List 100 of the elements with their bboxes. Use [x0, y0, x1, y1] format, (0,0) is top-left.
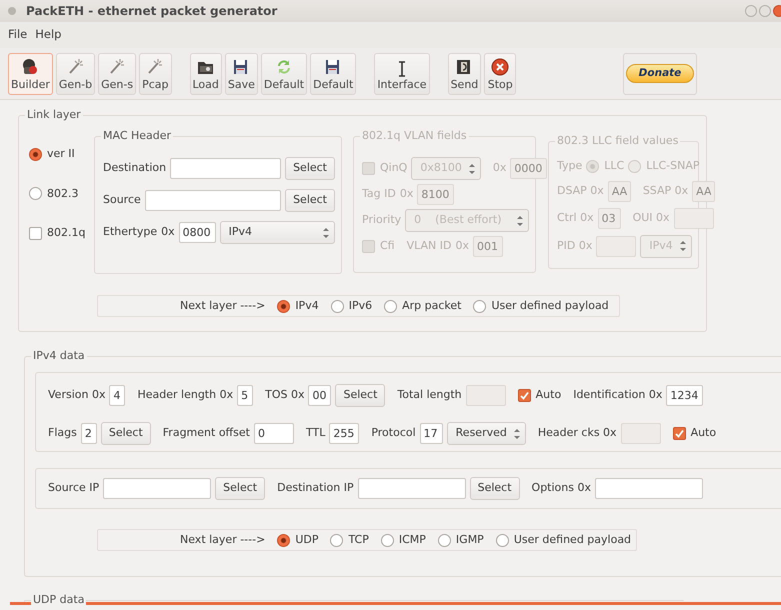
radio-label: Arp packet — [402, 298, 462, 314]
select-button[interactable]: Select — [100, 422, 151, 445]
radio-label: User defined payload — [514, 532, 632, 548]
radio-button[interactable] — [380, 534, 394, 546]
radio-label: User defined payload — [491, 298, 609, 314]
radio-label: IGMP — [456, 532, 484, 548]
text-field[interactable]: 5 — [237, 385, 254, 406]
text-field[interactable]: 4 — [109, 385, 126, 406]
field-label: Source — [103, 192, 141, 208]
text-field[interactable] — [594, 478, 703, 499]
checkbox-label: Cfi — [380, 238, 395, 254]
radio-button[interactable] — [496, 534, 509, 546]
checkbox[interactable] — [29, 226, 42, 240]
toolbar-button[interactable]: Load — [190, 52, 222, 94]
field-label: Flags — [48, 425, 77, 442]
checkbox-label: QinQ — [380, 160, 408, 176]
text-field[interactable] — [674, 208, 714, 228]
field-label: VLAN ID — [406, 238, 452, 254]
radio-label: TCP — [348, 532, 369, 548]
field-label: 0x — [455, 238, 469, 254]
select-button[interactable]: Select — [285, 189, 335, 212]
text-field[interactable]: 0800 — [178, 222, 216, 243]
radio-button[interactable] — [384, 300, 398, 312]
toolbar-button[interactable]: Gen-b — [56, 52, 96, 94]
minimize-button[interactable] — [745, 5, 757, 17]
text-field[interactable]: 2 — [80, 423, 97, 444]
field-label: Version 0x — [48, 387, 106, 404]
select-button[interactable]: Select — [470, 477, 520, 500]
radio-label: 802.3 — [47, 186, 78, 202]
select-button[interactable]: Select — [285, 157, 335, 180]
frame-title: Link layer — [25, 108, 83, 122]
field-label: Priority — [362, 212, 402, 228]
toolbar-button[interactable]: Default — [310, 52, 356, 94]
field-label: Tag ID — [362, 186, 396, 202]
select-button[interactable]: Select — [335, 384, 386, 407]
toolbar-button[interactable]: Default — [260, 52, 308, 94]
radio-button[interactable] — [330, 300, 344, 312]
text-field[interactable] — [144, 190, 282, 211]
dropdown[interactable]: Reserved — [446, 422, 526, 445]
radio-label: LLC-SNAP — [646, 158, 700, 174]
radio-button[interactable] — [438, 534, 451, 546]
window-menu-icon[interactable] — [8, 7, 16, 15]
radio-button[interactable] — [29, 148, 42, 161]
field-label: Ctrl 0x — [557, 210, 594, 226]
field-label: Destination — [103, 160, 166, 176]
menu-item[interactable]: File — [4, 26, 32, 44]
field-label: Source IP — [48, 480, 100, 496]
radio-button[interactable] — [29, 187, 42, 200]
field-label: 0x — [161, 224, 175, 240]
checkbox[interactable] — [672, 427, 686, 440]
text-cursor-icon — [398, 61, 406, 78]
check-icon — [674, 428, 685, 439]
donate-button[interactable]: Donate — [623, 52, 697, 94]
dropdown[interactable]: IPv4 — [220, 221, 335, 244]
toolbar-button[interactable]: Gen-s — [98, 52, 136, 94]
toolbar-button[interactable]: Builder — [8, 52, 53, 94]
select-button[interactable]: Select — [215, 477, 266, 500]
text-field[interactable] — [596, 236, 636, 256]
checkbox[interactable] — [518, 389, 531, 402]
toolbar-button[interactable]: Stop — [484, 52, 516, 94]
field-label: Type — [557, 158, 582, 174]
check-icon — [518, 390, 530, 401]
text-field[interactable]: 00 — [308, 385, 332, 406]
menu-item[interactable]: Help — [31, 26, 66, 44]
radio-label: IPv6 — [348, 298, 372, 314]
maximize-button[interactable] — [759, 5, 771, 17]
field-label: DSAP 0x — [557, 182, 604, 199]
text-field[interactable]: 0 — [254, 423, 294, 444]
spinner-arrows-icon — [679, 239, 687, 253]
radio-label: LLC — [604, 158, 624, 174]
spinner-arrows-icon — [516, 214, 524, 228]
field-label: SSAP 0x — [642, 182, 688, 199]
field-label: Next layer ----> — [180, 298, 266, 314]
frame-title: UDP data — [31, 593, 86, 607]
toolbar-button[interactable]: Send — [448, 52, 482, 94]
radio-button[interactable] — [330, 534, 344, 546]
toolbar-button[interactable]: Pcap — [139, 52, 172, 94]
field-label: TTL — [306, 425, 326, 442]
text-field[interactable] — [358, 478, 466, 499]
field-label: Fragment offset — [162, 425, 250, 442]
field-label: OUI 0x — [632, 210, 670, 226]
text-field[interactable] — [170, 158, 282, 179]
radio-label: IPv4 — [295, 298, 319, 314]
radio-button[interactable] — [277, 300, 290, 312]
window-title: PackETH - ethernet packet generator — [26, 3, 278, 20]
spinner-arrows-icon — [468, 162, 476, 176]
stop-icon — [490, 57, 510, 78]
toolbar-button[interactable]: Interface — [374, 52, 430, 94]
radio-button[interactable] — [277, 534, 290, 546]
text-field[interactable]: 17 — [420, 423, 443, 444]
text-field[interactable]: 255 — [329, 423, 360, 444]
checkbox-label: 802.1q — [47, 225, 86, 241]
text-field[interactable] — [103, 478, 212, 499]
toolbar-button[interactable]: Save — [224, 52, 258, 94]
checkbox-label: Auto — [690, 425, 716, 442]
checkbox-label: Auto — [536, 387, 562, 404]
field-label: Header cks 0x — [538, 425, 617, 442]
text-field[interactable]: 1234 — [666, 385, 704, 406]
field-label: Total length — [397, 387, 462, 404]
radio-button[interactable] — [473, 300, 486, 312]
